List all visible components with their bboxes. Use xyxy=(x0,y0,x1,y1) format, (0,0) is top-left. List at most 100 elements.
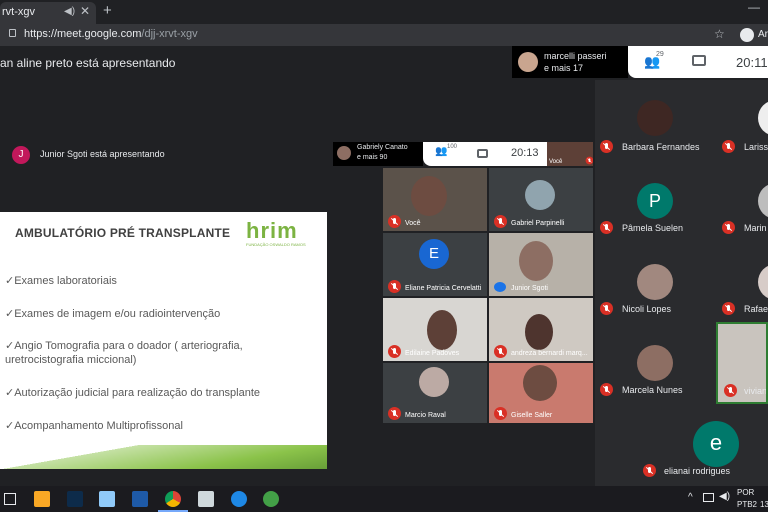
url-host: https://meet.google.com xyxy=(24,28,142,40)
mute-icon xyxy=(600,140,613,153)
address-bar[interactable]: https://meet.google.com/djj-xrvt-xgv ☆ A… xyxy=(0,24,768,46)
participant-video xyxy=(523,365,557,401)
slide-item: ✓Exames laboratoriais xyxy=(5,275,117,287)
windows-taskbar: ^ ◀) POR PTB2 13 xyxy=(0,486,768,512)
inner-self-preview: Você xyxy=(547,142,593,166)
slide-logo-subtitle: FUNDAÇÃO OSWALDO RAMOS xyxy=(246,242,306,247)
inner-grid-tile: Junior Sgoti xyxy=(489,233,593,296)
mute-icon xyxy=(724,384,737,397)
app-green-icon[interactable] xyxy=(263,491,279,507)
presentation-slide: AMBULATÓRIO PRÉ TRANSPLANTE hrim FUNDAÇÃ… xyxy=(0,212,327,469)
new-tab-icon[interactable]: + xyxy=(103,2,112,19)
inner-chip-name: Gabriely Canato xyxy=(357,144,408,151)
participant-video xyxy=(519,241,553,281)
participant-name: Rafae xyxy=(744,304,768,314)
slide-item: ✓Exames de imagem e/ou radiointervenção xyxy=(5,308,221,320)
mute-icon xyxy=(722,140,735,153)
participant-avatar xyxy=(419,367,449,397)
inner-grid-tile: Edilaine Padoves xyxy=(383,298,487,361)
word-icon[interactable] xyxy=(132,491,148,507)
inner-chip-more: e mais 90 xyxy=(357,154,388,161)
mute-icon xyxy=(643,464,656,477)
participant-name: Nicoli Lopes xyxy=(622,304,672,314)
slide-logo: hrim FUNDAÇÃO OSWALDO RAMOS xyxy=(246,218,306,248)
inner-clock: 20:13 xyxy=(511,147,539,159)
tab-title: rvt-xgv xyxy=(2,6,35,18)
mute-icon xyxy=(600,302,613,315)
clock-partial[interactable]: 13 xyxy=(760,500,768,509)
tile-name: Gabriel Parpinelli xyxy=(511,220,565,227)
speaking-indicator xyxy=(494,282,506,292)
bookmark-star-icon[interactable]: ☆ xyxy=(714,27,725,41)
volume-icon[interactable]: ◀) xyxy=(719,491,730,502)
tile-name: Eliane Patricia Cervelatti xyxy=(405,285,482,292)
slide-logo-text: hrim xyxy=(246,218,298,243)
slide-item: ✓Acompanhamento Multiprofissonal xyxy=(5,420,183,432)
app-icon[interactable] xyxy=(99,491,115,507)
url-field[interactable]: https://meet.google.com/djj-xrvt-xgv xyxy=(24,28,198,40)
profile-avatar[interactable] xyxy=(740,28,754,42)
outer-people-count: 29 xyxy=(656,51,664,58)
participant-video xyxy=(525,314,553,350)
inner-presenting-banner: Junior Sgoti está apresentando xyxy=(40,149,165,159)
mute-icon xyxy=(494,215,507,228)
language-top[interactable]: POR xyxy=(737,488,754,497)
tab-mute-icon[interactable]: ◀) xyxy=(64,6,75,17)
tile-name: Você xyxy=(405,220,421,227)
participant-name: elianai rodrigues xyxy=(664,466,731,476)
participant-name: Marin xyxy=(744,223,767,233)
inner-self-mute-icon xyxy=(585,156,593,165)
participant-avatar xyxy=(637,264,673,300)
chrome-icon[interactable] xyxy=(165,491,181,507)
inner-presenter-avatar: J xyxy=(12,146,30,164)
network-icon[interactable] xyxy=(703,493,714,502)
inner-grid-tile: andreza bernardi marq... xyxy=(489,298,593,361)
participant-name: vivian xyxy=(744,386,768,396)
outer-presenting-banner: an aline preto está apresentando xyxy=(0,56,176,70)
outer-clock: 20:11 xyxy=(736,55,768,70)
outer-chip-name: marcelli passeri xyxy=(544,51,607,61)
slide-item: ✓Autorização judicial para realização do… xyxy=(5,387,261,399)
inner-people-count: 100 xyxy=(447,144,458,150)
participant-name: Lariss xyxy=(744,142,768,152)
participant-avatar xyxy=(637,100,673,136)
lock-icon xyxy=(9,29,16,37)
slide-green-wave xyxy=(0,445,327,469)
edge-icon[interactable] xyxy=(231,491,247,507)
outer-top-controls: 👥 29 20:11 xyxy=(628,46,768,78)
slide-title: AMBULATÓRIO PRÉ TRANSPLANTE xyxy=(15,226,231,240)
tray-chevron-icon[interactable]: ^ xyxy=(688,492,693,503)
inner-grid-tile: Giselle Saller xyxy=(489,363,593,423)
window-minimize-icon[interactable]: — xyxy=(748,0,760,14)
slide-item: ✓Angio Tomografia para o doador ( arteri… xyxy=(5,340,243,366)
tile-name: Marcio Raval xyxy=(405,412,446,419)
mute-icon xyxy=(388,407,401,420)
participant-initial-avatar: P xyxy=(637,183,673,219)
tile-name: andreza bernardi marq... xyxy=(511,350,588,357)
browser-tab-bar: rvt-xgv ◀) ✕ + — xyxy=(0,0,768,24)
tile-name: Giselle Saller xyxy=(511,412,553,419)
language-bottom[interactable]: PTB2 xyxy=(737,500,757,509)
inner-people-icon[interactable]: 👥 xyxy=(435,146,447,157)
url-path: /djj-xrvt-xgv xyxy=(141,28,198,40)
file-explorer-icon[interactable] xyxy=(34,491,50,507)
meet-screen: an aline preto está apresentando marcell… xyxy=(0,46,768,486)
participant-video xyxy=(411,176,447,216)
paint-icon[interactable] xyxy=(198,491,214,507)
tab-close-icon[interactable]: ✕ xyxy=(80,4,90,18)
photoshop-icon[interactable] xyxy=(67,491,83,507)
participant-name: Pâmela Suelen xyxy=(622,223,684,233)
participant-avatar xyxy=(525,180,555,210)
outer-top-chip: marcelli passeri e mais 17 xyxy=(512,46,628,78)
outer-chip-more: e mais 17 xyxy=(544,63,584,73)
tile-name: Edilaine Padoves xyxy=(405,350,460,357)
participant-avatar xyxy=(637,345,673,381)
inner-chat-icon[interactable] xyxy=(477,149,488,158)
outer-chat-icon[interactable] xyxy=(692,55,706,66)
mute-icon xyxy=(494,407,507,420)
outer-chip-avatar xyxy=(518,52,538,72)
participant-initial-avatar: e xyxy=(693,421,739,467)
inner-grid-tile: Gabriel Parpinelli xyxy=(489,168,593,231)
task-view-icon[interactable] xyxy=(4,493,16,505)
inner-self-label: Você xyxy=(549,159,563,165)
